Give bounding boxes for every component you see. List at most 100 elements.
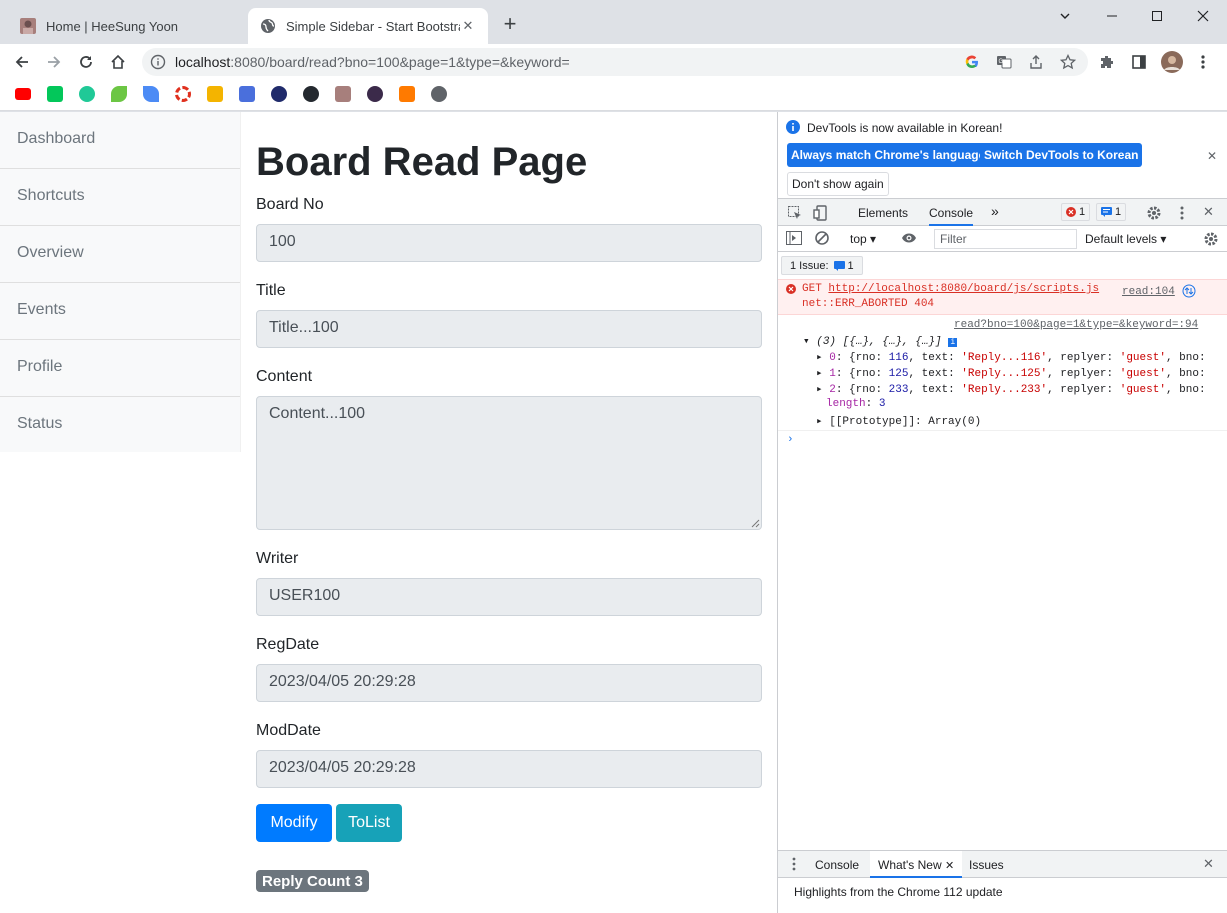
settings-gear-icon[interactable]: [1146, 205, 1162, 221]
minimize-icon[interactable]: [1097, 6, 1127, 26]
close-drawer-icon[interactable]: ✕: [1203, 856, 1214, 872]
context-selector[interactable]: top ▾: [850, 232, 876, 246]
classroom-icon[interactable]: [207, 86, 223, 102]
sidebar-item-overview[interactable]: Overview: [0, 226, 240, 283]
tab-search-icon[interactable]: [1050, 6, 1080, 26]
globe-icon[interactable]: [431, 86, 447, 102]
close-window-icon[interactable]: [1188, 6, 1218, 26]
maximize-icon[interactable]: [1142, 6, 1172, 26]
console-prompt[interactable]: ›: [787, 434, 794, 446]
array-entry[interactable]: ▸ 0: {rno: 116, text: 'Reply...116', rep…: [816, 350, 1206, 364]
tab-home[interactable]: Home | HeeSung Yoon: [8, 8, 244, 44]
grid-icon[interactable]: [239, 86, 255, 102]
error-url-link[interactable]: http://localhost:8080/board/js/scripts.j…: [828, 283, 1099, 295]
owl-icon[interactable]: [271, 86, 287, 102]
board-no-field[interactable]: 100: [256, 224, 762, 262]
console-settings-icon[interactable]: [1203, 231, 1219, 247]
leaf-icon[interactable]: [111, 86, 127, 102]
sidebar-item-events[interactable]: Events: [0, 283, 240, 340]
youtube-icon[interactable]: [15, 88, 31, 100]
message-icon: [1101, 207, 1112, 217]
resize-grip-icon[interactable]: [750, 518, 760, 528]
reply-count-badge: Reply Count 3: [256, 870, 369, 892]
drawer-tab-issues[interactable]: Issues: [969, 858, 1004, 872]
translate-icon[interactable]: G: [996, 54, 1012, 70]
naver-icon[interactable]: [47, 86, 63, 102]
error-source-link[interactable]: read:104: [1122, 286, 1175, 298]
array-entry[interactable]: ▸ 1: {rno: 125, text: 'Reply...125', rep…: [816, 366, 1206, 380]
match-language-button[interactable]: Always match Chrome's language: [787, 143, 990, 167]
moddate-label: ModDate: [256, 722, 321, 739]
drawer-menu-icon[interactable]: [792, 857, 796, 871]
console-toolbar: top ▾ Filter Default levels ▾: [778, 226, 1227, 252]
sidebar-item-status[interactable]: Status: [0, 397, 240, 454]
error-counter[interactable]: 1: [1061, 203, 1091, 221]
network-request-icon: [1182, 284, 1196, 298]
cube-icon[interactable]: [399, 86, 415, 102]
eye-icon[interactable]: [901, 232, 917, 244]
avatar-bookmark-icon[interactable]: [335, 86, 351, 102]
sidebar-item-profile[interactable]: Profile: [0, 340, 240, 397]
array-summary[interactable]: ▾ (3) [{…}, {…}, {…}] i: [803, 334, 958, 348]
more-tabs-icon[interactable]: »: [991, 203, 999, 219]
switch-korean-button[interactable]: Switch DevTools to Korean: [980, 143, 1143, 167]
title-field[interactable]: Title...100: [256, 310, 762, 348]
home-icon[interactable]: [106, 50, 130, 74]
issues-link[interactable]: 1 Issue: 1: [781, 256, 863, 275]
inspect-icon[interactable]: [787, 205, 803, 221]
side-panel-icon[interactable]: [1127, 50, 1151, 74]
sidebar-item-shortcuts[interactable]: Shortcuts: [0, 169, 240, 226]
sidebar-item-dashboard[interactable]: Dashboard: [0, 112, 240, 169]
array-entry[interactable]: ▸ 2: {rno: 233, text: 'Reply...233', rep…: [816, 382, 1206, 396]
tab-console[interactable]: Console: [929, 206, 974, 226]
back-icon[interactable]: [10, 50, 34, 74]
sidebar-toggle-icon[interactable]: [786, 231, 802, 245]
close-tab-icon: ✕: [944, 860, 955, 872]
page-title: Board Read Page: [256, 140, 588, 184]
app-icon[interactable]: [79, 86, 95, 102]
new-tab-icon[interactable]: +: [500, 13, 520, 35]
close-devtools-icon[interactable]: ✕: [1203, 204, 1214, 220]
modify-button[interactable]: Modify: [256, 804, 332, 842]
site-info-icon[interactable]: [150, 54, 166, 70]
menu-icon[interactable]: [1191, 50, 1215, 74]
content-textarea[interactable]: Content...100: [256, 396, 762, 530]
infobar-message: DevTools is now available in Korean!: [807, 121, 1003, 135]
tab-title: Simple Sidebar - Start Bootstrap: [286, 18, 460, 34]
dont-show-again-button[interactable]: Don't show again: [787, 172, 889, 196]
character-icon[interactable]: [367, 86, 383, 102]
profile-avatar[interactable]: [1160, 50, 1184, 74]
moddate-field[interactable]: 2023/04/05 20:29:28: [256, 750, 762, 788]
array-prototype[interactable]: ▸ [[Prototype]]: Array(0): [816, 414, 981, 428]
writer-field[interactable]: USER100: [256, 578, 762, 616]
more-options-icon[interactable]: [1180, 205, 1184, 221]
svg-text:G: G: [999, 59, 1004, 65]
bookmark-star-icon[interactable]: [1060, 54, 1076, 70]
tab-simple-sidebar[interactable]: Simple Sidebar - Start Bootstrap ✕: [248, 8, 488, 44]
tab-elements[interactable]: Elements: [858, 206, 908, 220]
close-infobar-icon[interactable]: ✕: [1207, 149, 1217, 163]
log-levels-dropdown[interactable]: Default levels ▾: [1085, 232, 1166, 246]
regdate-field[interactable]: 2023/04/05 20:29:28: [256, 664, 762, 702]
google-icon[interactable]: [964, 54, 980, 70]
error-icon: [1066, 207, 1076, 217]
share-icon[interactable]: [1028, 54, 1044, 70]
clear-console-icon[interactable]: [815, 231, 829, 245]
extensions-icon[interactable]: [1095, 50, 1119, 74]
reload-icon[interactable]: [74, 50, 98, 74]
drawer-tab-whats-new[interactable]: What's New ✕: [870, 851, 963, 878]
whats-new-highlights: Highlights from the Chrome 112 update: [794, 885, 1003, 899]
device-toolbar-icon[interactable]: [813, 205, 829, 221]
sidebar: Dashboard Shortcuts Overview Events Prof…: [0, 112, 241, 452]
forward-icon[interactable]: [42, 50, 66, 74]
close-tab-icon[interactable]: ✕: [460, 18, 476, 34]
address-bar[interactable]: localhost:8080/board/read?bno=100&page=1…: [142, 48, 1088, 76]
tolist-button[interactable]: ToList: [336, 804, 402, 842]
message-counter[interactable]: 1: [1096, 203, 1127, 221]
circle-icon[interactable]: [175, 86, 191, 102]
log-source-link[interactable]: read?bno=100&page=1&type=&keyword=:94: [954, 319, 1198, 331]
drawer-tab-console[interactable]: Console: [815, 858, 859, 872]
github-icon[interactable]: [303, 86, 319, 102]
filter-input[interactable]: Filter: [934, 229, 1077, 249]
feather-icon[interactable]: [143, 86, 159, 102]
